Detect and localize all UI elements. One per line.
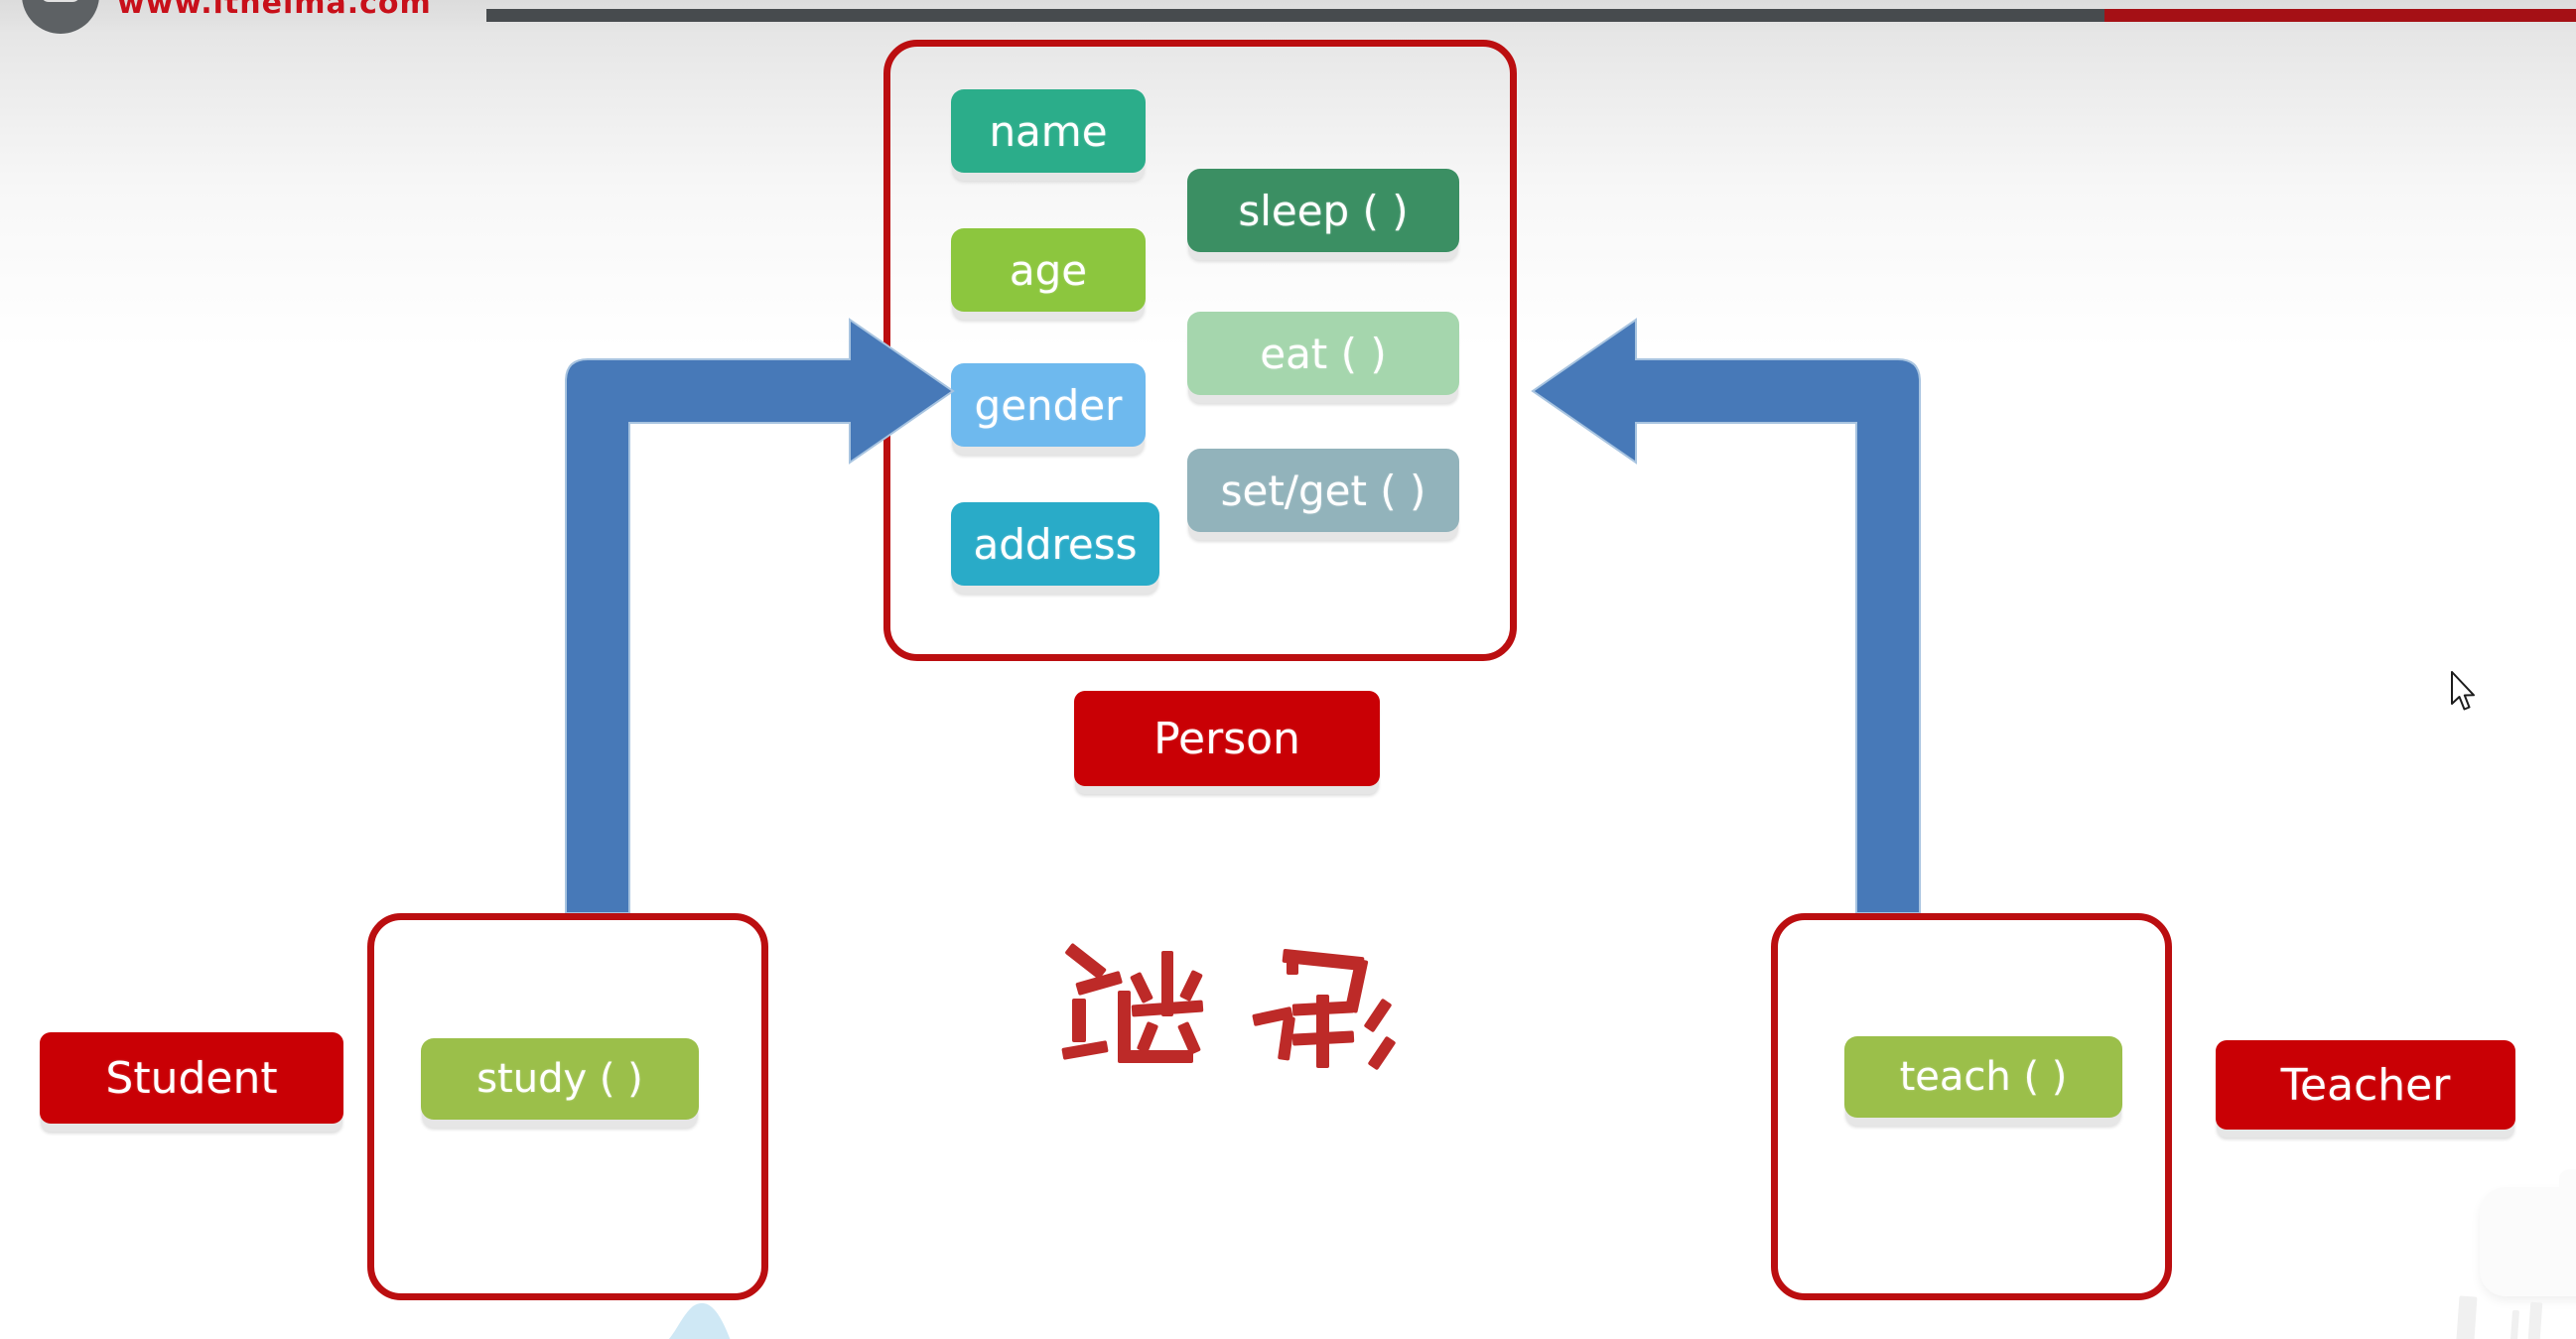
inheritance-caption-cn xyxy=(1061,943,1396,1070)
person-attribute-address: address xyxy=(951,502,1159,586)
mouse-pointer-icon xyxy=(2451,671,2475,711)
circle-logo-icon xyxy=(22,0,99,34)
watermark-text: www.itheima.com xyxy=(117,0,432,21)
progress-bar-track[interactable] xyxy=(486,9,2576,22)
teacher-class-label: Teacher xyxy=(2216,1040,2515,1130)
person-attribute-name: name xyxy=(951,89,1146,173)
teacher-method-teach: teach ( ) xyxy=(1844,1036,2122,1118)
person-method-sleep: sleep ( ) xyxy=(1187,169,1459,252)
decorative-blue-shape xyxy=(668,1302,731,1339)
progress-bar-fill xyxy=(486,9,2104,22)
student-method-study: study ( ) xyxy=(421,1038,699,1120)
decorative-white-card xyxy=(2480,1187,2576,1296)
decorative-white-stripes xyxy=(2456,1295,2543,1339)
student-inherits-arrow xyxy=(565,318,955,914)
person-method-eat: eat ( ) xyxy=(1187,312,1459,395)
player-top-bar: www.itheima.com xyxy=(0,0,2576,34)
person-method-setget: set/get ( ) xyxy=(1187,449,1459,532)
slide-canvas: www.itheima.com name age gender address … xyxy=(0,0,2576,1339)
person-class-label: Person xyxy=(1074,691,1380,786)
person-attribute-age: age xyxy=(951,228,1146,312)
student-class-label: Student xyxy=(40,1032,343,1124)
person-attribute-gender: gender xyxy=(951,363,1146,447)
teacher-inherits-arrow xyxy=(1531,318,1921,914)
decorative-white-tab xyxy=(2559,1169,2576,1203)
